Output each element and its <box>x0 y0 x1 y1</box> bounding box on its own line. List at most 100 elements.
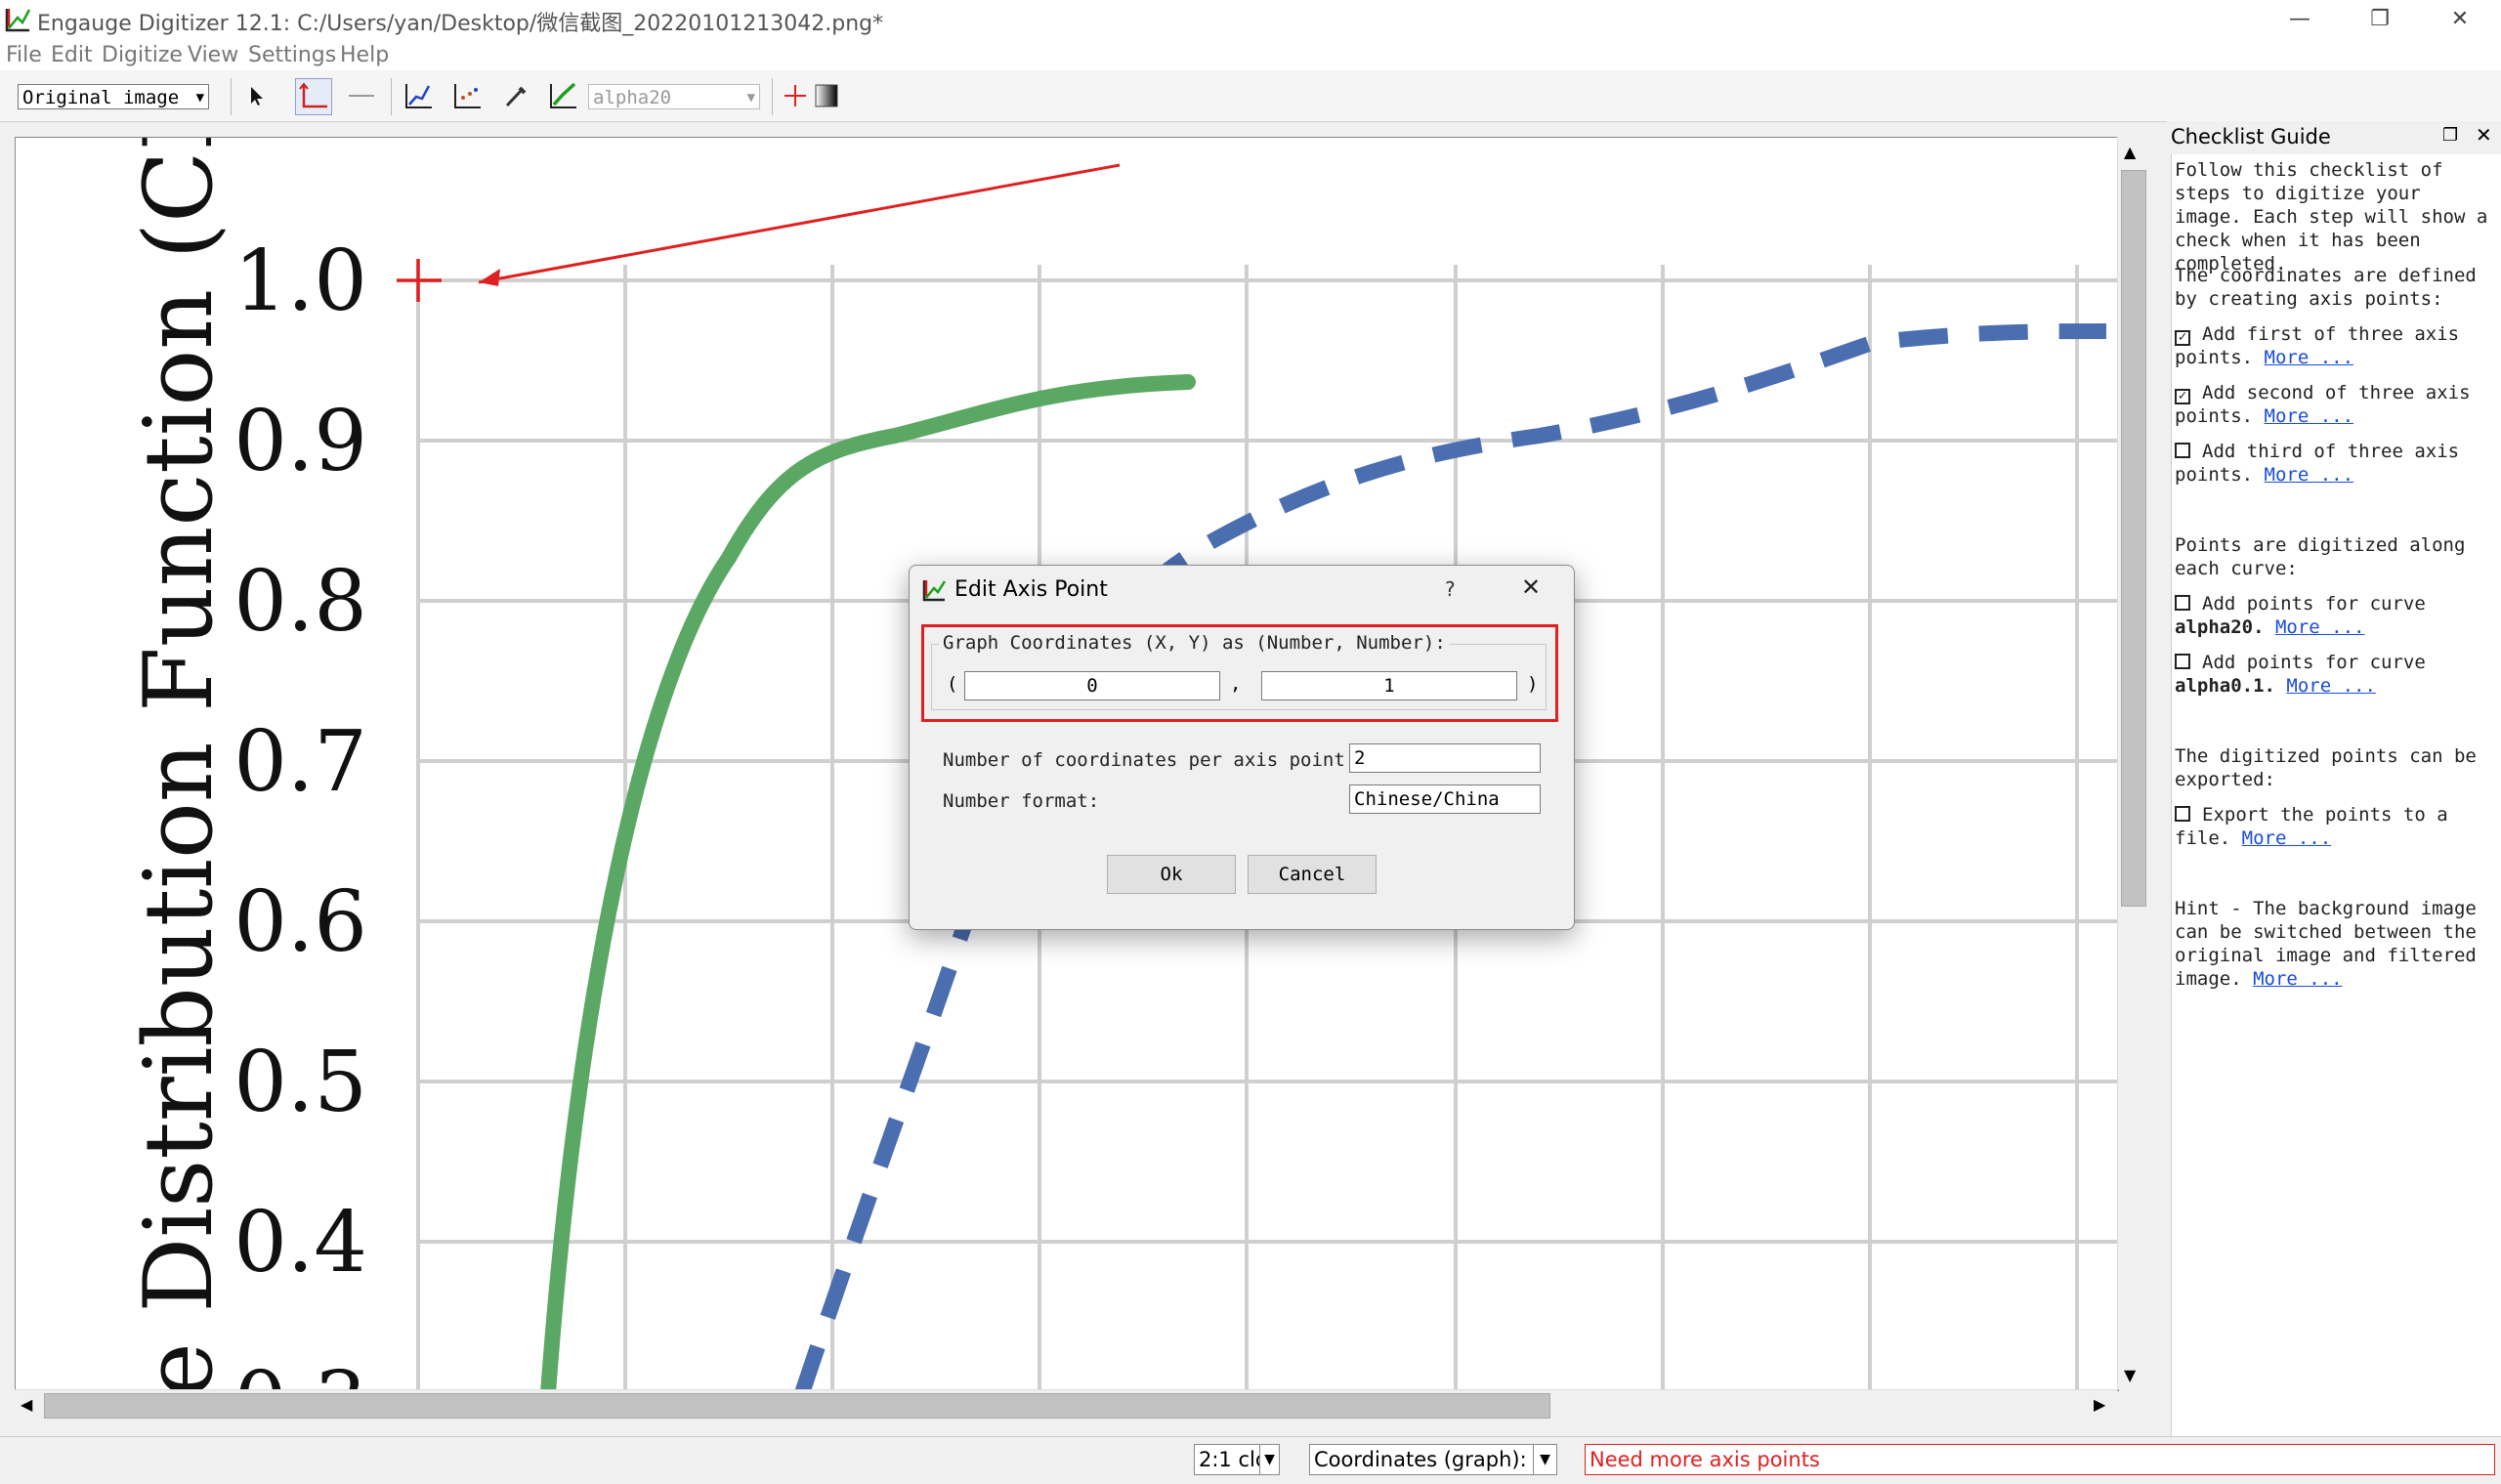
chevron-down-icon[interactable]: ▼ <box>1260 1444 1280 1475</box>
y-coordinate-input[interactable]: 1 <box>1261 671 1517 700</box>
close-window-button[interactable]: ✕ <box>2421 0 2499 39</box>
minimize-button[interactable]: — <box>2261 0 2339 39</box>
undock-icon[interactable]: ❐ <box>2442 125 2458 146</box>
checklist-hint: Hint - The background image can be switc… <box>2175 897 2497 991</box>
select-tool-button[interactable] <box>238 78 274 113</box>
comma: , <box>1230 673 1242 695</box>
chevron-down-icon: ▼ <box>746 90 755 106</box>
menu-file[interactable]: File <box>6 43 42 67</box>
segment-fill-tool-button[interactable] <box>545 78 580 113</box>
scale-tool-button[interactable] <box>344 78 379 113</box>
crosshair-icon <box>784 85 806 106</box>
point-match-icon <box>454 84 481 108</box>
dialog-close-button[interactable]: ✕ <box>1521 573 1541 601</box>
coordinates-select-value: Coordinates (graph): <box>1314 1448 1527 1471</box>
eyedropper-icon <box>505 86 527 107</box>
number-format-input[interactable]: Chinese/China <box>1349 784 1541 814</box>
more-link[interactable]: More ... <box>2265 464 2354 486</box>
scale-bar-icon <box>349 95 374 97</box>
cancel-button[interactable]: Cancel <box>1248 855 1377 894</box>
chevron-down-icon: ▼ <box>195 90 204 106</box>
checked-box-icon: ✓ <box>2175 330 2190 346</box>
scroll-up-icon[interactable]: ▲ <box>2124 143 2136 161</box>
y-tick-label: 0.9 <box>233 393 367 490</box>
coordinates-select[interactable]: Coordinates (graph): <box>1309 1444 1534 1475</box>
x-coordinate-input[interactable]: 0 <box>964 671 1220 700</box>
axis-point-tool-button[interactable] <box>295 78 332 115</box>
color-picker-tool-button[interactable] <box>498 78 533 113</box>
red-arrow-line <box>478 163 1121 284</box>
menu-help[interactable]: Help <box>340 43 389 67</box>
axis-point-marker[interactable] <box>397 259 442 302</box>
curve-point-tool-button[interactable] <box>401 78 436 113</box>
unchecked-box-icon <box>2175 443 2190 458</box>
unchecked-box-icon <box>2175 806 2190 822</box>
checklist-toggle-button[interactable] <box>778 78 813 113</box>
curve-select[interactable]: alpha20 ▼ <box>588 84 760 109</box>
menu-view[interactable]: View <box>188 43 238 67</box>
y-tick-label: 0.7 <box>233 713 367 811</box>
filter-toggle-button[interactable] <box>809 78 844 113</box>
checklist-title: Checklist Guide <box>2171 125 2331 148</box>
dialog-logo-icon <box>922 580 947 602</box>
restore-button[interactable]: ❐ <box>2341 0 2419 39</box>
scroll-down-icon[interactable]: ▼ <box>2124 1366 2136 1384</box>
checklist-axis2: ✓ Add second of three axis points. More .… <box>2175 381 2497 428</box>
more-link[interactable]: More ... <box>2286 675 2376 697</box>
horizontal-scrollbar[interactable]: ◀ ▶ <box>15 1389 2117 1420</box>
checklist-axis-intro: The coordinates are defined by creating … <box>2175 265 2488 310</box>
more-link[interactable]: More ... <box>2275 616 2365 638</box>
unchecked-box-icon <box>2175 654 2190 669</box>
more-link[interactable]: More ... <box>2265 405 2354 427</box>
cursor-icon <box>251 87 263 106</box>
vertical-scroll-thumb[interactable] <box>2121 170 2146 907</box>
gradient-icon <box>815 84 838 107</box>
scroll-left-icon[interactable]: ◀ <box>21 1395 32 1414</box>
menu-settings[interactable]: Settings <box>248 43 336 67</box>
toolbar-separator <box>231 78 232 115</box>
close-paren: ) <box>1527 673 1539 695</box>
window-title: Engauge Digitizer 12.1: C:/Users/yan/Des… <box>37 12 884 36</box>
vertical-scrollbar[interactable]: ▲ ▼ <box>2117 137 2147 1389</box>
app-logo-icon <box>5 9 31 32</box>
menu-edit[interactable]: Edit <box>51 43 93 67</box>
checklist-export: Export the points to a file. More ... <box>2175 803 2497 850</box>
ok-button[interactable]: Ok <box>1107 855 1236 894</box>
background-select[interactable]: Original image ▼ <box>18 84 209 109</box>
y-tick-label: 0.5 <box>233 1034 367 1131</box>
curve1-name: alpha20. <box>2175 616 2265 638</box>
horizontal-scroll-thumb[interactable] <box>44 1393 1550 1419</box>
checklist-axis3: Add third of three axis points. More ... <box>2175 440 2497 487</box>
zoom-select[interactable]: 2:1 clos <box>1194 1444 1260 1475</box>
curve2-name: alpha0.1. <box>2175 675 2275 697</box>
checklist-export-intro: The digitized points can be exported: <box>2175 745 2488 790</box>
chevron-down-icon[interactable]: ▼ <box>1534 1444 1557 1475</box>
coords-per-point-label: Number of coordinates per axis point: <box>943 749 1357 771</box>
panel-close-icon[interactable]: ✕ <box>2476 123 2492 147</box>
menu-digitize[interactable]: Digitize <box>102 43 183 67</box>
y-axis-label: e Distribution Function (CDF) <box>124 138 233 1390</box>
y-tick-label: 1.0 <box>233 233 367 330</box>
checked-box-icon: ✓ <box>2175 389 2190 404</box>
title-bar: Engauge Digitizer 12.1: C:/Users/yan/Des… <box>0 0 2501 39</box>
scroll-right-icon[interactable]: ▶ <box>2094 1395 2105 1414</box>
point-match-tool-button[interactable] <box>449 78 485 113</box>
segment-fill-icon <box>550 82 576 108</box>
unchecked-box-icon <box>2175 595 2190 611</box>
coords-per-point-input[interactable]: 2 <box>1349 743 1541 773</box>
more-link[interactable]: More ... <box>2265 347 2354 368</box>
coordinates-group-label: Graph Coordinates (X, Y) as (Number, Num… <box>939 632 1450 654</box>
toolbar-separator <box>391 78 392 115</box>
checklist-curve1: Add points for curve alpha20. More ... <box>2175 592 2497 639</box>
red-arrow-head <box>479 269 500 286</box>
menu-bar: File Edit Digitize View Settings Help <box>0 39 2501 71</box>
more-link[interactable]: More ... <box>2253 968 2343 990</box>
more-link[interactable]: More ... <box>2242 827 2332 849</box>
open-paren: ( <box>947 673 958 695</box>
toolbar-separator <box>772 78 773 115</box>
help-button[interactable]: ? <box>1445 577 1456 601</box>
y-tick-label: 0.3 <box>233 1354 367 1390</box>
checklist-curve2: Add points for curve alpha0.1. More ... <box>2175 651 2497 698</box>
curve-select-value: alpha20 <box>593 87 672 108</box>
checklist-curves-intro: Points are digitized along each curve: <box>2175 534 2477 579</box>
